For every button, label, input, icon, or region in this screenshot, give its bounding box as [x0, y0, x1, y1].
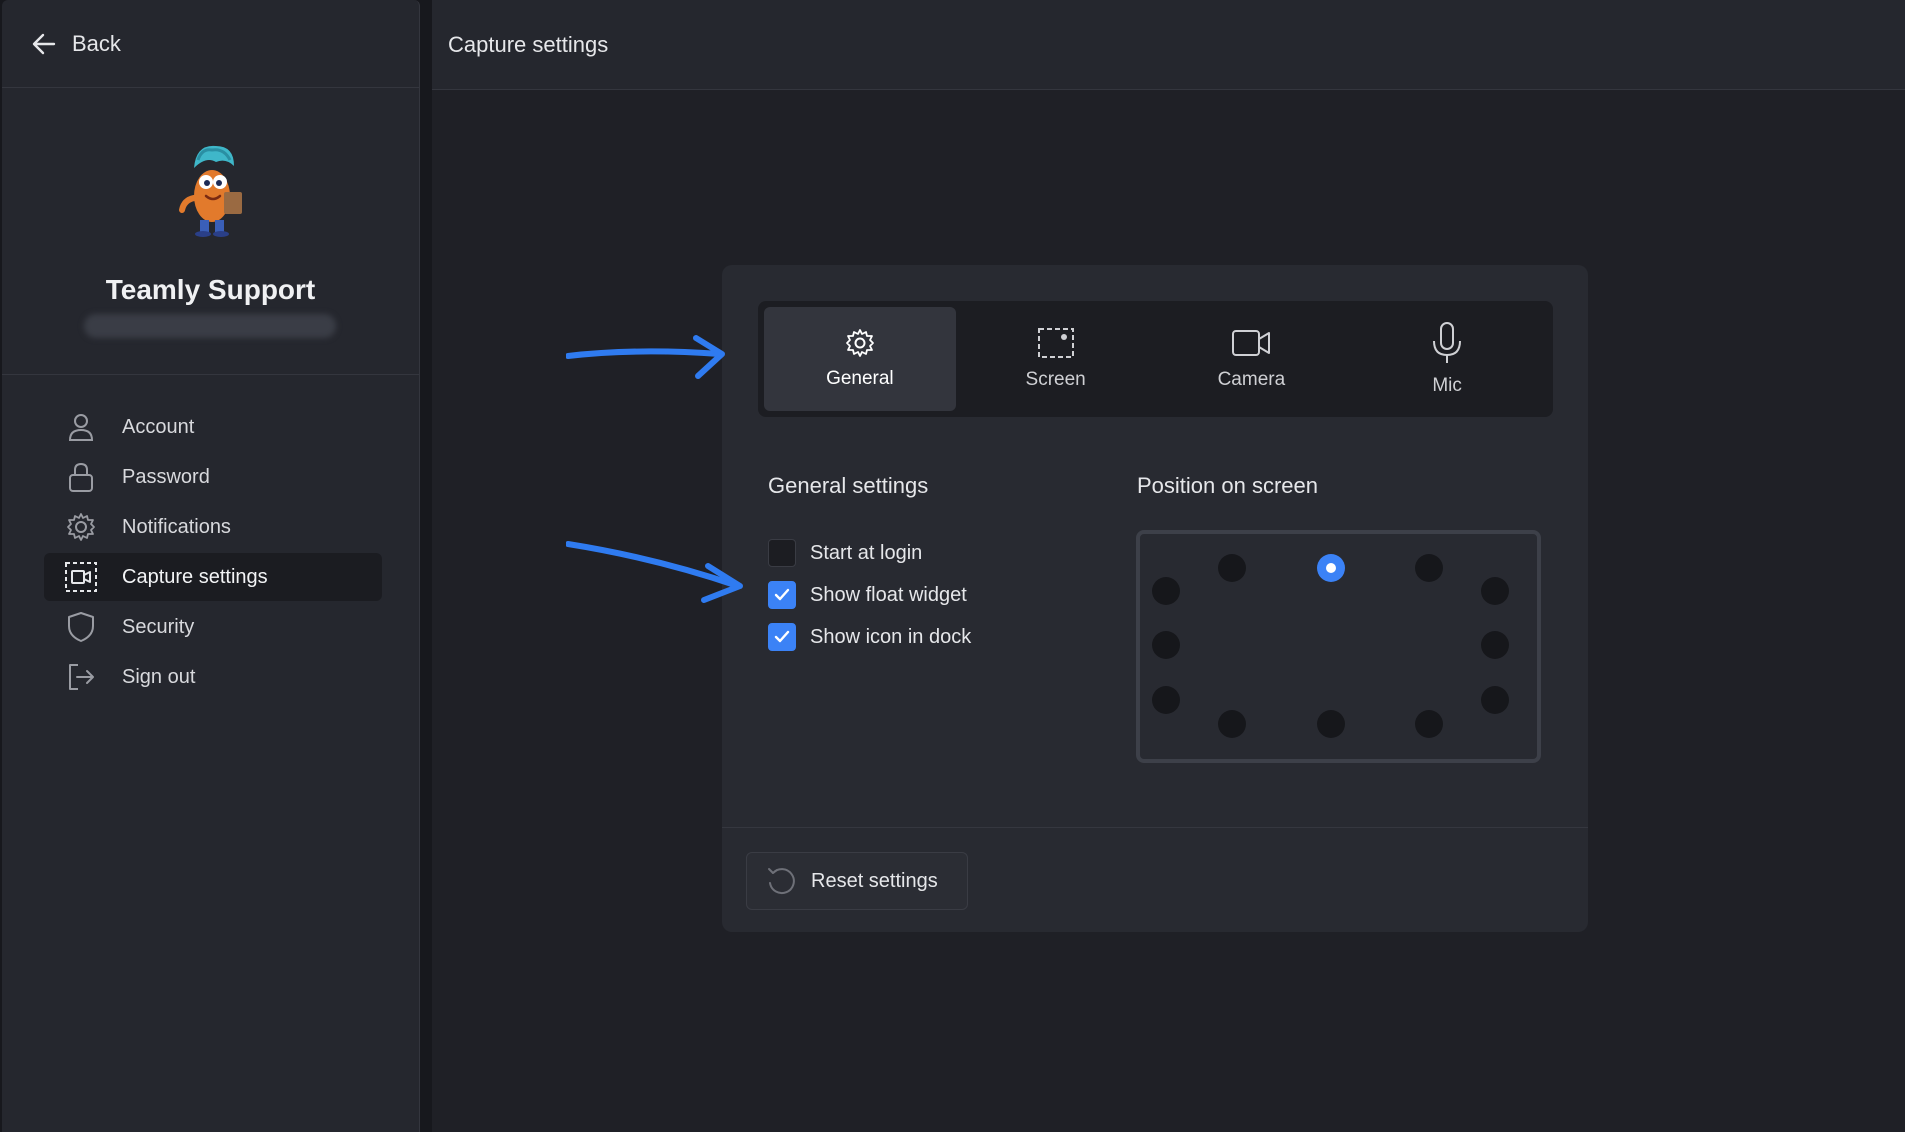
- position-top-right[interactable]: [1415, 554, 1443, 582]
- sidebar-item-label: Account: [122, 415, 195, 438]
- position-left-bottom[interactable]: [1152, 686, 1180, 714]
- tab-camera[interactable]: Camera: [1156, 307, 1348, 411]
- option-show-icon-in-dock[interactable]: Show icon in dock: [768, 616, 971, 658]
- position-right-bottom[interactable]: [1481, 686, 1509, 714]
- sidebar-item-account[interactable]: Account: [44, 403, 382, 451]
- lock-icon: [64, 460, 98, 494]
- position-top-left[interactable]: [1218, 554, 1246, 582]
- screen-select-icon: [1037, 328, 1074, 358]
- option-start-at-login[interactable]: Start at login: [768, 532, 971, 574]
- sidebar: Back Teamly Support Account Password Not…: [2, 0, 420, 1132]
- option-show-float-widget[interactable]: Show float widget: [768, 574, 971, 616]
- position-picker: [1136, 530, 1541, 763]
- position-right-top[interactable]: [1481, 577, 1509, 605]
- position-top-center[interactable]: [1317, 554, 1345, 582]
- gear-icon: [845, 329, 874, 357]
- tab-screen[interactable]: Screen: [960, 307, 1152, 411]
- user-icon: [64, 410, 98, 444]
- option-label: Show float widget: [810, 583, 967, 606]
- page-title: Capture settings: [448, 31, 609, 57]
- tab-mic[interactable]: Mic: [1351, 307, 1543, 411]
- annotation-arrow-icon: [566, 335, 725, 379]
- back-label: Back: [72, 30, 121, 56]
- capture-tabs: General Screen Camera Mic: [758, 301, 1553, 417]
- mic-icon: [1433, 322, 1462, 363]
- tab-label: Mic: [1432, 375, 1462, 396]
- sidebar-item-security[interactable]: Security: [44, 603, 382, 651]
- sidebar-item-notifications[interactable]: Notifications: [44, 503, 382, 551]
- tab-label: General: [826, 368, 894, 389]
- position-left-top[interactable]: [1152, 577, 1180, 605]
- panel-footer: Reset settings: [722, 827, 1588, 932]
- settings-menu: Account Password Notifications Capture s…: [44, 403, 382, 703]
- reset-settings-button[interactable]: Reset settings: [746, 852, 968, 910]
- avatar: [179, 145, 242, 237]
- sidebar-item-capture-settings[interactable]: Capture settings: [44, 553, 382, 601]
- sign-out-icon: [64, 660, 98, 694]
- back-button[interactable]: Back: [2, 0, 419, 88]
- position-bottom-right[interactable]: [1415, 710, 1443, 738]
- option-label: Start at login: [810, 541, 923, 564]
- reset-icon: [768, 868, 795, 895]
- capture-icon: [64, 560, 98, 594]
- position-bottom-left[interactable]: [1218, 710, 1246, 738]
- show-float-widget-checkbox[interactable]: [768, 581, 796, 609]
- annotation-arrow-icon: [566, 541, 743, 603]
- app-window: Back Teamly Support Account Password Not…: [0, 0, 1905, 1132]
- gear-icon: [64, 510, 98, 544]
- tab-general[interactable]: General: [764, 307, 956, 411]
- tab-label: Camera: [1217, 369, 1286, 390]
- general-settings-title: General settings: [768, 473, 929, 498]
- option-label: Show icon in dock: [810, 625, 972, 648]
- shield-icon: [64, 610, 98, 644]
- profile-name: Teamly Support: [105, 274, 316, 305]
- tab-label: Screen: [1025, 369, 1086, 390]
- position-bottom-center[interactable]: [1317, 710, 1345, 738]
- camera-icon: [1232, 330, 1271, 356]
- sidebar-item-label: Sign out: [122, 665, 196, 688]
- position-title: Position on screen: [1137, 473, 1318, 498]
- profile-email-blurred: [84, 314, 336, 338]
- position-left-middle[interactable]: [1152, 631, 1180, 659]
- sidebar-item-label: Security: [122, 615, 195, 638]
- sidebar-item-sign-out[interactable]: Sign out: [44, 653, 382, 701]
- sidebar-item-label: Capture settings: [122, 565, 268, 588]
- sidebar-item-label: Password: [122, 465, 210, 488]
- reset-settings-label: Reset settings: [811, 869, 938, 892]
- general-options: Start at login Show float widget Show ic…: [768, 532, 971, 658]
- main-header: Capture settings: [432, 0, 1905, 90]
- capture-settings-panel: General Screen Camera Mic General settin…: [722, 265, 1588, 932]
- profile-card: Teamly Support: [2, 88, 419, 375]
- checkmark-icon: [774, 588, 790, 601]
- start-at-login-checkbox[interactable]: [768, 539, 796, 567]
- checkmark-icon: [774, 630, 790, 643]
- arrow-left-icon: [32, 33, 56, 54]
- sidebar-item-password[interactable]: Password: [44, 453, 382, 501]
- position-right-middle[interactable]: [1481, 631, 1509, 659]
- show-icon-in-dock-checkbox[interactable]: [768, 623, 796, 651]
- sidebar-item-label: Notifications: [122, 515, 231, 538]
